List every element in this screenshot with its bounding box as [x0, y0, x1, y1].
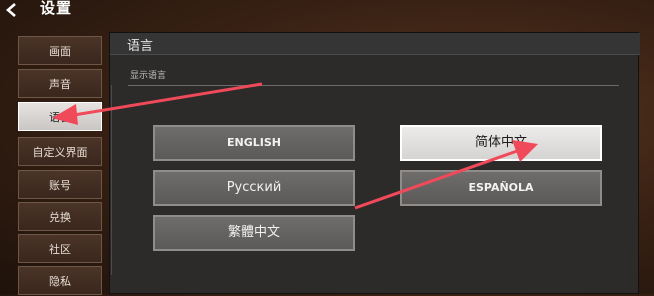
sidebar-item-account[interactable]: 账号: [18, 170, 102, 199]
language-option-simplified-chinese[interactable]: 简体中文: [400, 125, 602, 161]
panel-header: 语言: [110, 33, 640, 55]
divider-vertical: [111, 85, 112, 275]
display-language-heading: 显示语言: [130, 71, 167, 81]
sidebar-item-sound[interactable]: 声音: [18, 69, 102, 98]
language-option-english[interactable]: ENGLISH: [153, 125, 355, 161]
sidebar-item-community[interactable]: 社区: [18, 234, 102, 263]
page-title: 设置: [40, 0, 73, 17]
sidebar-item-redeem[interactable]: 兑换: [18, 202, 102, 231]
divider: [128, 85, 619, 86]
language-option-traditional-chinese[interactable]: 繁體中文: [153, 215, 355, 251]
sidebar-item-custom-ui[interactable]: 自定义界面: [18, 137, 102, 166]
language-option-russian[interactable]: Русский: [153, 170, 355, 206]
chevron-left-icon[interactable]: [4, 2, 20, 18]
panel-title: 语言: [127, 39, 154, 54]
sidebar-item-privacy[interactable]: 隐私: [18, 266, 102, 295]
language-panel: 语言 显示语言 ENGLISH 简体中文 Русский ESPAÑOLA 繁體…: [109, 32, 640, 294]
language-option-spanish[interactable]: ESPAÑOLA: [400, 170, 602, 206]
sidebar-item-language[interactable]: 语言: [18, 102, 102, 131]
sidebar-item-display[interactable]: 画面: [18, 36, 102, 65]
top-bar: 设置: [0, 0, 654, 22]
